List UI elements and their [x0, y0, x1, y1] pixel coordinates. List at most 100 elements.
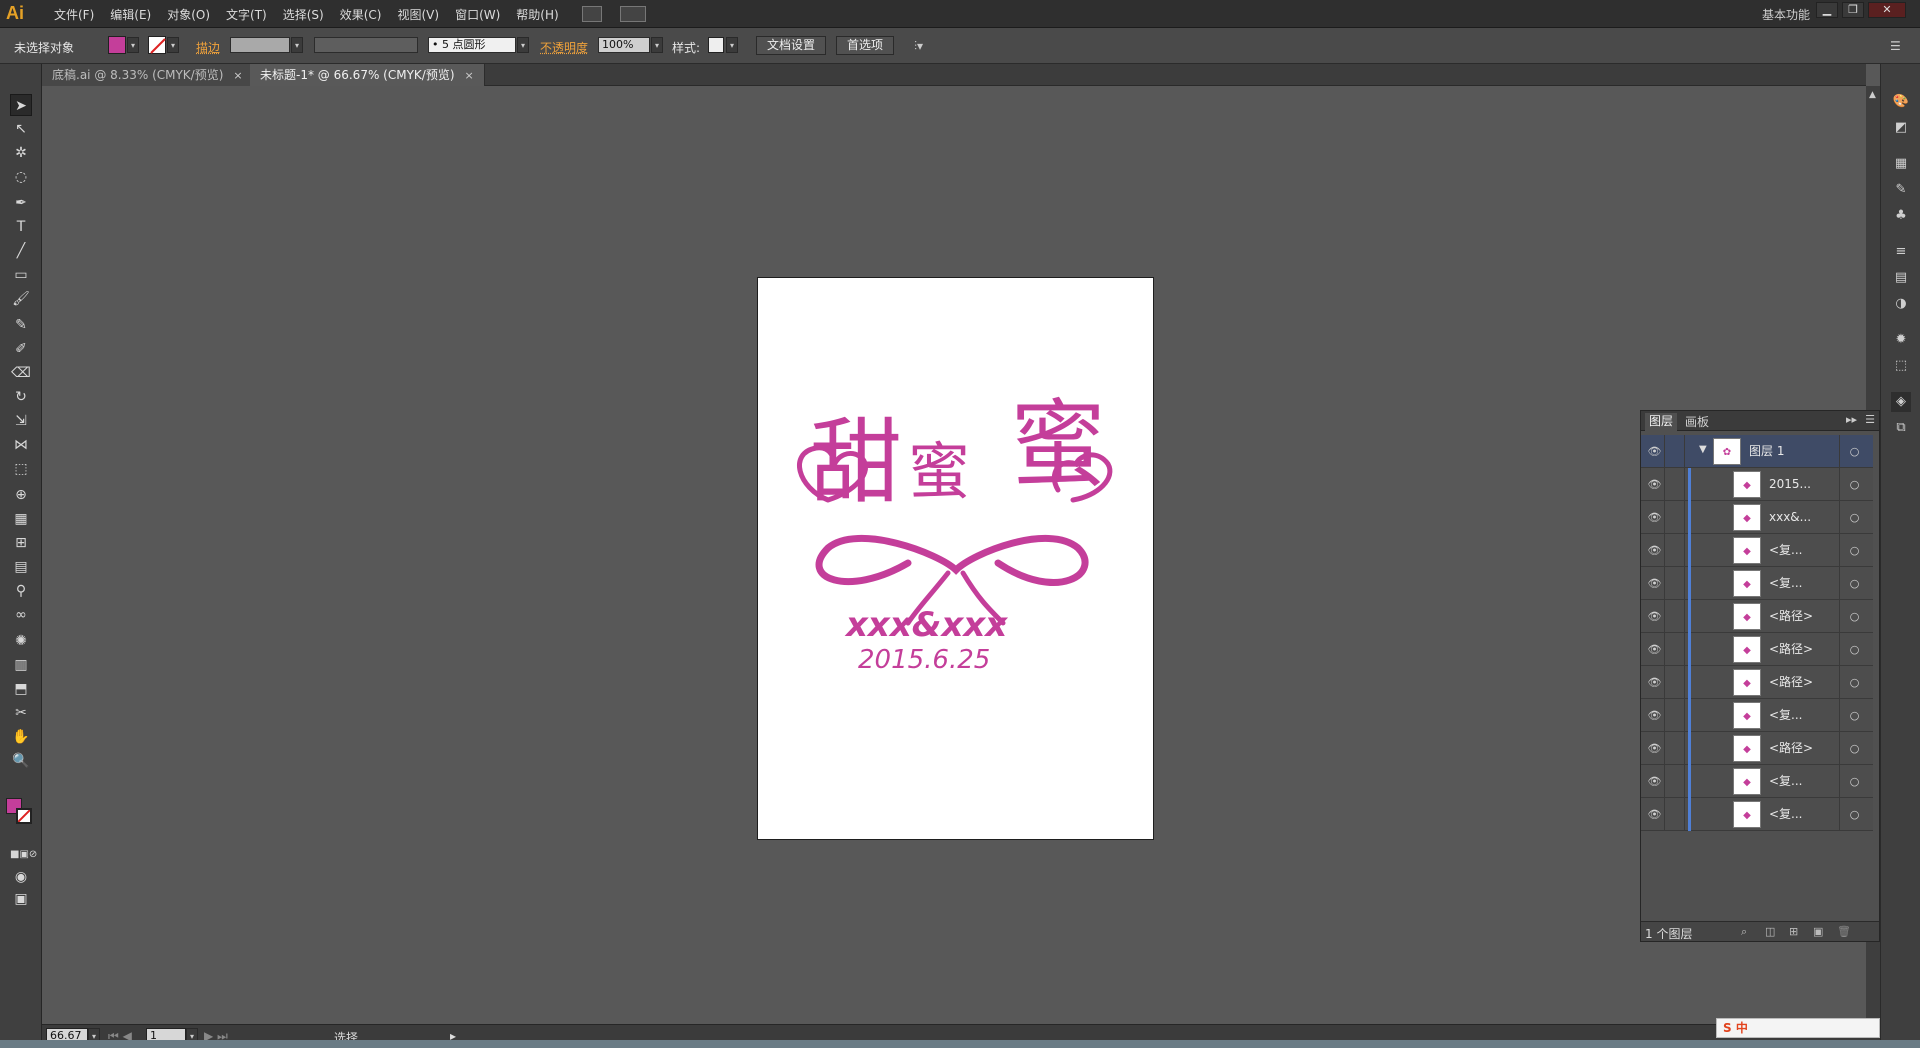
visibility-eye-icon[interactable]: 👁 [1645, 798, 1665, 831]
sublayer-name[interactable]: <复... [1769, 567, 1803, 600]
blend-tool-icon[interactable]: ∞ [10, 604, 32, 626]
blob-brush-tool-icon[interactable]: ✐ [10, 338, 32, 360]
visibility-eye-icon[interactable]: 👁 [1645, 600, 1665, 633]
restore-icon[interactable]: ❐ [1842, 2, 1864, 18]
lock-toggle[interactable] [1665, 501, 1685, 534]
brush-dropdown[interactable]: ▾ [517, 37, 529, 53]
bridge-icon[interactable] [582, 6, 602, 22]
graphic-styles-icon[interactable]: ⬚ [1891, 356, 1911, 376]
color-palette-icon[interactable]: 🎨 [1891, 92, 1911, 112]
pencil-tool-icon[interactable]: ✎ [10, 314, 32, 336]
artboards-icon[interactable]: ⧉ [1891, 418, 1911, 438]
sublayer-name[interactable]: <路径> [1769, 666, 1813, 699]
opacity-field[interactable]: 100% [598, 37, 650, 53]
color-mode-icons[interactable]: ■▣⊘ [10, 844, 37, 866]
layer-row-item[interactable]: 👁 ◆ <路径> ○ [1641, 732, 1873, 765]
target-circle-icon[interactable]: ○ [1839, 567, 1869, 600]
layer-row-item[interactable]: 👁 ◆ 2015... ○ [1641, 468, 1873, 501]
layer-row-main[interactable]: 👁 ▼ ✿ 图层 1 ○ [1641, 435, 1873, 468]
menu-select[interactable]: 选择(S) [275, 6, 332, 23]
menu-type[interactable]: 文字(T) [218, 6, 275, 23]
stroke-label[interactable]: 描边 [196, 39, 220, 56]
stroke-panel-icon[interactable]: ≡ [1891, 242, 1911, 262]
shape-builder-tool-icon[interactable]: ⊕ [10, 484, 32, 506]
layer-row-item[interactable]: 👁 ◆ xxx&... ○ [1641, 501, 1873, 534]
target-circle-icon[interactable]: ○ [1839, 468, 1869, 501]
target-circle-icon[interactable]: ○ [1839, 798, 1869, 831]
sublayer-name[interactable]: <复... [1769, 765, 1803, 798]
sublayer-name[interactable]: <路径> [1769, 600, 1813, 633]
pen-tool-icon[interactable]: ✒ [10, 192, 32, 214]
screen-mode-icon[interactable]: ▣ [10, 888, 32, 910]
sublayer-name[interactable]: 2015... [1769, 468, 1811, 501]
layer-row-item[interactable]: 👁 ◆ <复... ○ [1641, 567, 1873, 600]
free-transform-tool-icon[interactable]: ⬚ [10, 458, 32, 480]
appearance-icon[interactable]: ✹ [1891, 330, 1911, 350]
stroke-color-icon[interactable] [16, 808, 32, 824]
magic-wand-tool-icon[interactable]: ✲ [10, 142, 32, 164]
menu-help[interactable]: 帮助(H) [508, 6, 566, 23]
tab-layers[interactable]: 图层 [1645, 413, 1678, 431]
gradient-panel-icon[interactable]: ▤ [1891, 268, 1911, 288]
target-circle-icon[interactable]: ○ [1839, 633, 1869, 666]
visibility-eye-icon[interactable]: 👁 [1645, 633, 1665, 666]
opacity-label[interactable]: 不透明度 [540, 39, 588, 56]
visibility-eye-icon[interactable]: 👁 [1645, 732, 1665, 765]
layer-row-item[interactable]: 👁 ◆ <复... ○ [1641, 765, 1873, 798]
hand-tool-icon[interactable]: ✋ [10, 726, 32, 748]
graphic-style-swatch[interactable] [708, 37, 724, 53]
lock-toggle[interactable] [1665, 567, 1685, 600]
close-icon[interactable]: ✕ [1868, 2, 1906, 18]
symbols-icon[interactable]: ♣ [1891, 206, 1911, 226]
menu-edit[interactable]: 编辑(E) [102, 6, 159, 23]
visibility-eye-icon[interactable]: 👁 [1645, 666, 1665, 699]
stroke-weight-dropdown[interactable]: ▾ [291, 37, 303, 53]
expand-triangle-icon[interactable]: ▼ [1699, 444, 1707, 455]
artboard-tool-icon[interactable]: ⬒ [10, 678, 32, 700]
layer-row-item[interactable]: 👁 ◆ <路径> ○ [1641, 633, 1873, 666]
menu-object[interactable]: 对象(O) [159, 6, 218, 23]
eyedropper-tool-icon[interactable]: ⚲ [10, 580, 32, 602]
scroll-up-icon[interactable]: ▲ [1869, 90, 1876, 100]
target-circle-icon[interactable]: ○ [1839, 765, 1869, 798]
sublayer-name[interactable]: <路径> [1769, 633, 1813, 666]
sublayer-name[interactable]: <复... [1769, 699, 1803, 732]
lasso-tool-icon[interactable]: ◌ [10, 166, 32, 188]
lock-toggle[interactable] [1665, 534, 1685, 567]
scale-tool-icon[interactable]: ⇲ [10, 410, 32, 432]
sublayer-name[interactable]: <路径> [1769, 732, 1813, 765]
transparency-icon[interactable]: ◑ [1891, 294, 1911, 314]
visibility-eye-icon[interactable]: 👁 [1645, 567, 1665, 600]
paintbrush-tool-icon[interactable]: 🖌 [10, 288, 32, 310]
layer-name[interactable]: 图层 1 [1749, 435, 1784, 468]
graphic-style-dropdown[interactable]: ▾ [726, 37, 738, 53]
sublayer-name[interactable]: <复... [1769, 798, 1803, 831]
stroke-swatch-icon[interactable] [148, 36, 166, 54]
taskbar[interactable] [0, 1040, 1920, 1048]
fill-dropdown[interactable]: ▾ [127, 37, 139, 53]
minimize-icon[interactable]: ▁ [1816, 2, 1838, 18]
symbol-sprayer-tool-icon[interactable]: ✺ [10, 630, 32, 652]
sublayer-name[interactable]: <复... [1769, 534, 1803, 567]
visibility-eye-icon[interactable]: 👁 [1645, 699, 1665, 732]
type-tool-icon[interactable]: T [10, 216, 32, 238]
stroke-weight-field[interactable] [230, 37, 290, 53]
brushes-icon[interactable]: ✎ [1891, 180, 1911, 200]
swatches-icon[interactable]: ▦ [1891, 154, 1911, 174]
tab-untitled-document[interactable]: 未标题-1* @ 66.67% (CMYK/预览) × [250, 64, 485, 86]
visibility-eye-icon[interactable]: 👁 [1645, 765, 1665, 798]
target-circle-icon[interactable]: ○ [1839, 732, 1869, 765]
selection-tool-icon[interactable]: ➤ [10, 94, 32, 116]
zoom-tool-icon[interactable]: 🔍 [10, 750, 32, 772]
target-circle-icon[interactable]: ○ [1839, 435, 1869, 468]
close-icon[interactable]: × [465, 69, 474, 82]
fill-swatch[interactable] [108, 36, 126, 54]
line-tool-icon[interactable]: ╱ [10, 240, 32, 262]
layer-row-item[interactable]: 👁 ◆ <路径> ○ [1641, 666, 1873, 699]
lock-toggle[interactable] [1665, 699, 1685, 732]
collapse-panel-icon[interactable]: ▸▸ [1846, 413, 1857, 426]
menu-window[interactable]: 窗口(W) [447, 6, 508, 23]
preferences-button[interactable]: 首选项 [836, 36, 895, 55]
lock-toggle[interactable] [1665, 468, 1685, 501]
target-circle-icon[interactable]: ○ [1839, 600, 1869, 633]
